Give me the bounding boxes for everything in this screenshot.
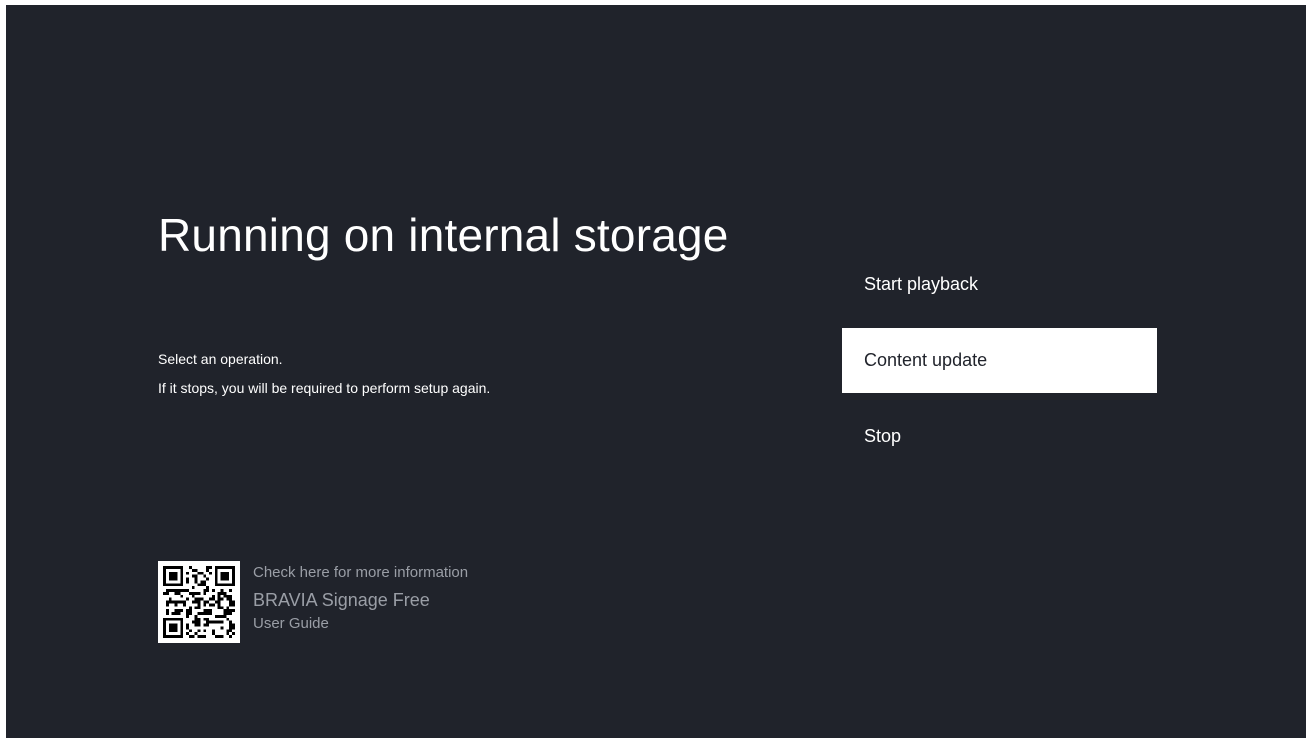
description-line-2: If it stops, you will be required to per… xyxy=(158,380,491,396)
info-hint: Check here for more information xyxy=(253,564,469,581)
info-text: Check here for more information BRAVIA S… xyxy=(253,563,468,643)
content-update-button[interactable]: Content update xyxy=(842,328,1157,393)
description: Select an operation. If it stops, you wi… xyxy=(158,345,490,403)
product-name: BRAVIA Signage Free xyxy=(253,590,430,610)
start-playback-button[interactable]: Start playback xyxy=(842,252,1157,317)
description-line-1: Select an operation. xyxy=(158,351,283,367)
stop-button[interactable]: Stop xyxy=(842,404,1157,469)
info-section: Check here for more information BRAVIA S… xyxy=(158,561,468,643)
user-guide-label: User Guide xyxy=(253,615,329,632)
qr-code-icon xyxy=(158,561,240,643)
page-title: Running on internal storage xyxy=(158,209,729,261)
operation-menu: Start playback Content update Stop xyxy=(842,252,1157,480)
signage-screen: Running on internal storage Select an op… xyxy=(6,5,1306,738)
